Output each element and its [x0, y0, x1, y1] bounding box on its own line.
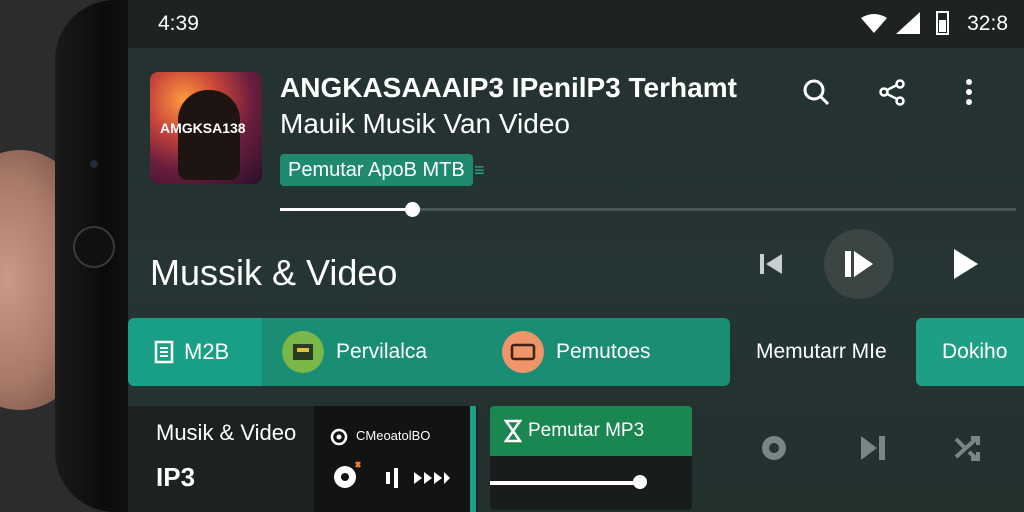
music-video-card[interactable]: Musik & Video IP3 CMeoatolBO — [128, 406, 478, 512]
mp3-player-card[interactable]: Pemutar MP3 — [490, 406, 692, 510]
track-title-line1: ANGKASAAAIP3 IPenilP3 Terhamt — [280, 72, 737, 103]
play-icon[interactable] — [946, 244, 986, 284]
section-title: Mussik & Video — [150, 252, 398, 293]
track-title-line2: Mauik Musik Van Video — [280, 108, 570, 139]
shuffle-icon[interactable] — [950, 430, 986, 466]
signal-icon — [896, 12, 920, 34]
front-camera — [90, 160, 98, 168]
tab-group: Pervilalca Pemutoes — [262, 318, 730, 386]
seek-bar-fill — [280, 208, 413, 211]
card-title: Musik & Video — [156, 420, 297, 445]
share-icon[interactable] — [874, 74, 910, 110]
hourglass-icon — [504, 419, 522, 443]
volume-bars-icon — [386, 468, 450, 488]
player-chip[interactable]: Pemutar ApoB MTB — [280, 154, 473, 186]
mp3-player-label: Pemutar MP3 — [528, 420, 645, 441]
search-icon[interactable] — [798, 74, 834, 110]
cast-icon — [330, 428, 348, 446]
mp3-player-header: Pemutar MP3 — [490, 406, 692, 456]
tab-memutar[interactable]: Memutarr MIe — [756, 340, 887, 364]
track-title: ANGKASAAAIP3 IPenilP3 Terhamt Mauik Musi… — [280, 70, 780, 142]
tab-pervilalca-label: Pervilalca — [336, 340, 428, 363]
equalizer-icon[interactable]: ≡ — [474, 160, 485, 181]
tab-dokiho[interactable]: Dokiho — [916, 318, 1024, 386]
tab-pemutoes-label: Pemutoes — [556, 340, 651, 363]
album-art-text: AMGKSA138 — [160, 120, 246, 136]
settings-icon[interactable] — [328, 458, 364, 494]
mini-player[interactable]: CMeoatolBO — [314, 406, 470, 512]
status-time-right: 32:8 — [967, 12, 1008, 35]
screen-icon — [282, 331, 324, 373]
skip-previous-icon[interactable] — [753, 246, 789, 282]
settings-dim-icon[interactable] — [756, 430, 792, 466]
play-pause-button[interactable] — [824, 229, 894, 299]
tab-bar: M2B Pervilalca Pemutoes Memutarr MIe Dok… — [128, 318, 1024, 386]
card-accent-edge — [470, 406, 476, 512]
home-button[interactable] — [73, 226, 115, 268]
skip-next-icon[interactable] — [856, 430, 892, 466]
mp3-seek-bar[interactable] — [490, 481, 641, 485]
wifi-icon — [861, 14, 887, 33]
status-bar: 4:39 32:8 — [128, 0, 1024, 48]
tab-dokiho-label: Dokiho — [942, 340, 1008, 363]
mini-player-label: CMeoatolBO — [356, 428, 431, 443]
more-vert-icon[interactable] — [951, 74, 987, 110]
seek-bar-knob[interactable] — [405, 202, 421, 217]
document-icon — [154, 340, 174, 364]
tab-m2b-label: M2B — [184, 339, 230, 364]
mp3-seek-knob[interactable] — [633, 475, 648, 489]
tv-icon — [502, 331, 544, 373]
phone-screen: 4:39 32:8 AMGKSA138 ANGKASAAAIP3 IPenilP… — [128, 0, 1024, 512]
status-time-left: 4:39 — [158, 12, 199, 35]
play-pause-icon — [845, 251, 873, 277]
tab-pemutoes[interactable]: Pemutoes — [502, 318, 651, 386]
album-art[interactable]: AMGKSA138 — [150, 72, 262, 184]
battery-icon — [936, 11, 949, 35]
card-subtitle: IP3 — [156, 462, 196, 492]
tab-m2b[interactable]: M2B — [128, 318, 268, 386]
seek-bar[interactable] — [280, 202, 1016, 217]
tab-pervilalca[interactable]: Pervilalca — [282, 318, 427, 386]
